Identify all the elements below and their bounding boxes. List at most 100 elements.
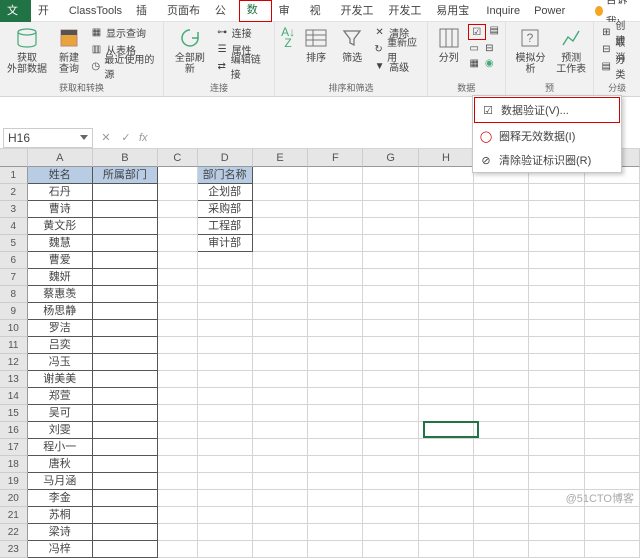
cell[interactable]: [585, 371, 640, 388]
btn-connections[interactable]: ⊶连接: [214, 24, 270, 40]
cell[interactable]: [419, 354, 474, 371]
cell[interactable]: [308, 490, 363, 507]
cell[interactable]: [93, 405, 158, 422]
cell[interactable]: [158, 490, 198, 507]
btn-sort-az[interactable]: A↓Z: [279, 24, 297, 52]
cell[interactable]: [585, 439, 640, 456]
cell[interactable]: [253, 524, 308, 541]
cell[interactable]: [253, 371, 308, 388]
cell[interactable]: [585, 337, 640, 354]
cell[interactable]: [308, 201, 363, 218]
cell[interactable]: 郑萱: [28, 388, 93, 405]
cell[interactable]: 姓名: [28, 167, 93, 184]
cell[interactable]: [198, 507, 253, 524]
btn-text-to-col[interactable]: 分列: [432, 24, 466, 64]
cell[interactable]: [93, 269, 158, 286]
cell[interactable]: [363, 371, 418, 388]
cell[interactable]: [158, 218, 198, 235]
cell[interactable]: [158, 439, 198, 456]
cell[interactable]: [419, 303, 474, 320]
cell[interactable]: [253, 541, 308, 558]
cell[interactable]: [474, 235, 529, 252]
row-header[interactable]: 23: [0, 541, 28, 558]
cell[interactable]: 李金: [28, 490, 93, 507]
cell[interactable]: [198, 524, 253, 541]
row-header[interactable]: 6: [0, 252, 28, 269]
cell[interactable]: [363, 541, 418, 558]
col-header-C[interactable]: C: [158, 149, 198, 167]
cell[interactable]: [93, 388, 158, 405]
cell[interactable]: [529, 286, 584, 303]
cell[interactable]: [253, 303, 308, 320]
tab-insert[interactable]: 插入: [129, 0, 160, 22]
cell[interactable]: [363, 201, 418, 218]
cell[interactable]: [198, 269, 253, 286]
cell[interactable]: [93, 218, 158, 235]
cell[interactable]: [308, 541, 363, 558]
cell[interactable]: [363, 167, 418, 184]
cell[interactable]: [474, 320, 529, 337]
row-header[interactable]: 7: [0, 269, 28, 286]
cell[interactable]: 石丹: [28, 184, 93, 201]
cell[interactable]: [363, 422, 418, 439]
cell[interactable]: 刘雯: [28, 422, 93, 439]
cell[interactable]: [363, 252, 418, 269]
cell[interactable]: [93, 337, 158, 354]
cell[interactable]: [363, 507, 418, 524]
cell[interactable]: [93, 473, 158, 490]
cell[interactable]: [585, 184, 640, 201]
cell[interactable]: [158, 388, 198, 405]
cell[interactable]: [474, 269, 529, 286]
cell[interactable]: [585, 218, 640, 235]
cell[interactable]: [198, 354, 253, 371]
cell[interactable]: [253, 252, 308, 269]
col-header-G[interactable]: G: [363, 149, 418, 167]
cell[interactable]: [363, 405, 418, 422]
cell[interactable]: [308, 235, 363, 252]
btn-recent-src[interactable]: ◷最近使用的源: [88, 58, 159, 74]
cell[interactable]: 谢美美: [28, 371, 93, 388]
cell[interactable]: [363, 524, 418, 541]
row-header[interactable]: 19: [0, 473, 28, 490]
cell[interactable]: [363, 320, 418, 337]
col-header-A[interactable]: A: [28, 149, 93, 167]
tab-home[interactable]: 开始: [31, 0, 62, 22]
cell[interactable]: [363, 235, 418, 252]
cell[interactable]: [308, 405, 363, 422]
cell[interactable]: [474, 201, 529, 218]
cell[interactable]: [474, 507, 529, 524]
btn-subtotal[interactable]: ▤分类: [598, 58, 636, 74]
tab-powerpivot[interactable]: Power Pivot: [527, 0, 586, 22]
cell[interactable]: [198, 439, 253, 456]
cell[interactable]: [585, 269, 640, 286]
btn-sort[interactable]: 排序: [299, 24, 333, 64]
cell[interactable]: [529, 524, 584, 541]
cell[interactable]: [585, 201, 640, 218]
row-header[interactable]: 8: [0, 286, 28, 303]
cell[interactable]: [419, 286, 474, 303]
cell[interactable]: [93, 303, 158, 320]
row-header[interactable]: 2: [0, 184, 28, 201]
cell[interactable]: [585, 303, 640, 320]
cell[interactable]: 魏慧: [28, 235, 93, 252]
tab-dev2[interactable]: 开发工具: [381, 0, 429, 22]
cell[interactable]: [585, 456, 640, 473]
cell[interactable]: [474, 286, 529, 303]
cell[interactable]: [308, 337, 363, 354]
cell[interactable]: [158, 354, 198, 371]
cell[interactable]: [158, 473, 198, 490]
cell[interactable]: [363, 184, 418, 201]
cell[interactable]: [158, 235, 198, 252]
cell[interactable]: [474, 371, 529, 388]
cell[interactable]: [585, 422, 640, 439]
cell[interactable]: [93, 320, 158, 337]
cell[interactable]: [253, 235, 308, 252]
cell[interactable]: [93, 524, 158, 541]
btn-consolidate[interactable]: ▤: [488, 24, 501, 37]
cell[interactable]: [308, 286, 363, 303]
menu-circle-invalid[interactable]: ◯圈释无效数据(I): [473, 124, 621, 148]
cell[interactable]: [419, 541, 474, 558]
cell[interactable]: [253, 269, 308, 286]
cell[interactable]: [93, 541, 158, 558]
cell[interactable]: [93, 490, 158, 507]
